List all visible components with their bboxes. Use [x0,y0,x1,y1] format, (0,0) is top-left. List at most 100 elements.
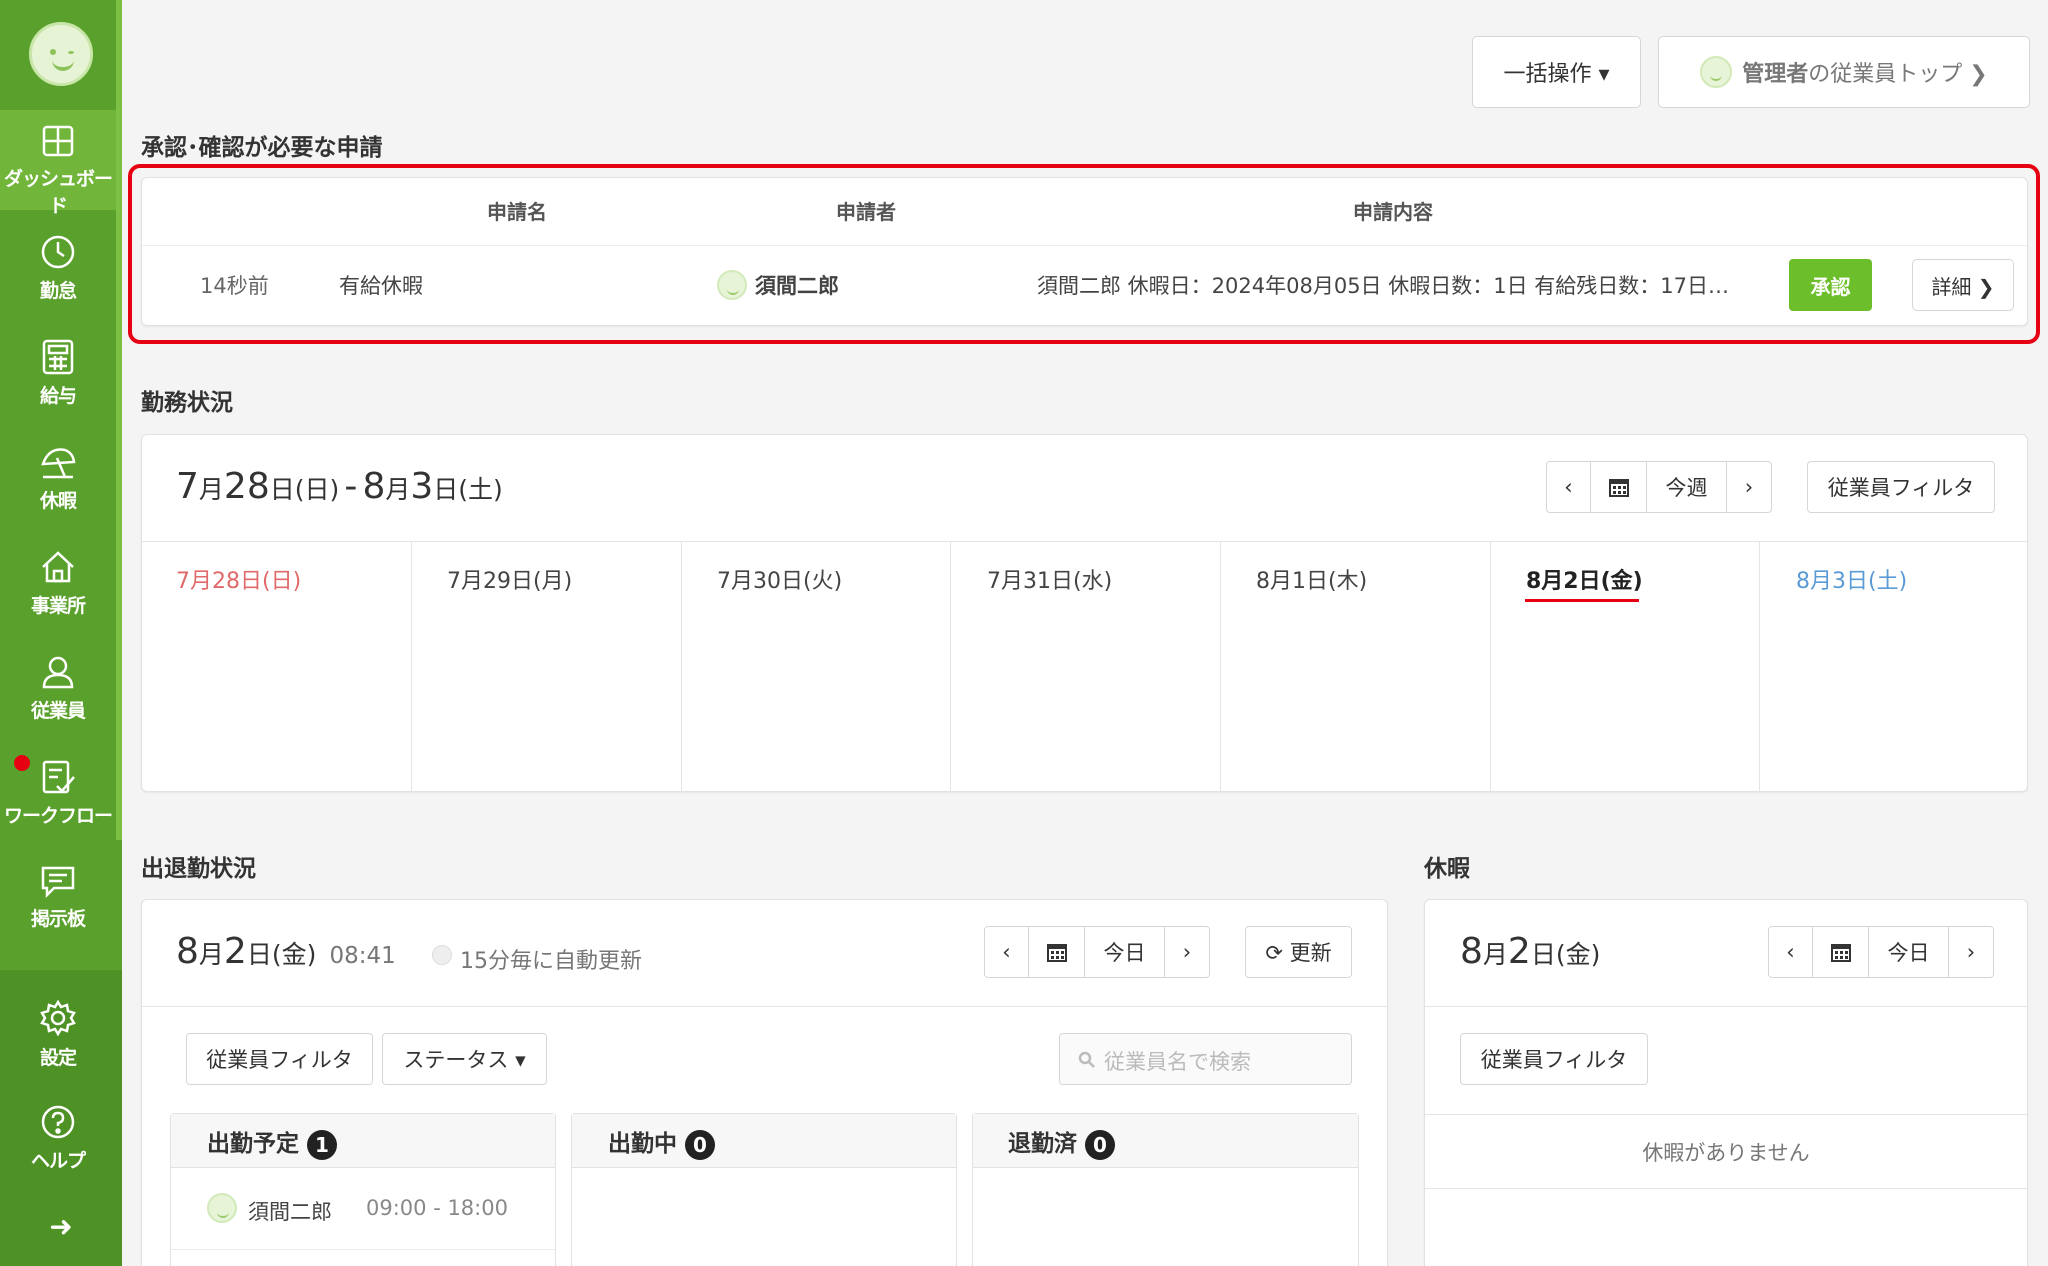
scheduled-employee-name[interactable]: 須間二郎 [248,1196,332,1226]
next-day-button[interactable]: › [1165,927,1209,977]
attendance-employee-filter[interactable]: 従業員フィルタ [186,1033,373,1085]
help-icon [41,1105,75,1139]
calendar-icon [1608,479,1629,497]
calendar-icon [1046,944,1067,962]
sidebar-item-label: ワークフロー [3,805,113,827]
calendar-button[interactable] [1813,927,1869,977]
vacation-title: 休暇 [1424,856,1470,882]
scheduled-employee-time: 09:00 - 18:00 [366,1196,508,1220]
day-label: 8月1日(木) [1256,569,1368,594]
day-label-today: 8月2日(金) [1526,569,1643,594]
status-dropdown[interactable]: ステータス ▾ [382,1033,547,1085]
day-label: 7月29日(月) [447,569,573,594]
sidebar-item-vacation[interactable]: 休暇 [0,430,116,530]
day-label-sun: 7月28日(日) [176,569,302,594]
attendance-divider [142,1006,1387,1007]
auto-refresh-text: 15分毎に自動更新 [460,949,642,974]
sidebar-item-label: 給与 [39,385,77,407]
chat-icon [41,866,75,898]
logo-eye-left [50,49,56,55]
person-icon [42,656,74,689]
sidebar-item-attendance[interactable]: 勤怠 [0,220,116,320]
vacation-divider [1425,1006,2027,1007]
expand-sidebar-button[interactable]: ➜ [0,1210,122,1243]
sidebar-item-help[interactable]: ヘルプ [0,1090,116,1190]
umbrella-icon [41,448,76,479]
sidebar-item-office[interactable]: 事業所 [0,535,116,635]
search-icon [1078,1051,1095,1068]
logo-mouth [52,59,74,71]
refresh-button[interactable]: ⟳ 更新 [1245,926,1352,978]
sidebar-item-label: 休暇 [39,490,77,512]
week-range: 7月28日(日) - 8月3日(土) [176,466,503,507]
employee-search-field[interactable]: 従業員名で検索 [1059,1033,1352,1085]
prev-day-button[interactable]: ‹ [1769,927,1813,977]
vacation-date: 8月2日(金) [1460,931,1601,972]
sidebar: ダッシュボード 勤怠 給与 休暇 事業所 従業員 ワークフロー 掲示板 設定 ヘ… [0,0,122,1266]
day-label-sat: 8月3日(土) [1796,569,1908,594]
sidebar-item-label: 事業所 [30,595,86,617]
search-placeholder: 従業員名で検索 [1104,1050,1251,1074]
working-header: 出勤中 0 [608,1124,715,1160]
scheduled-header: 出勤予定 1 [207,1124,337,1160]
timer-icon [432,945,452,965]
logo-eye-right [68,51,74,54]
avatar [207,1193,237,1223]
next-day-button[interactable]: › [1949,927,1993,977]
no-vacation-message: 休暇がありません [1642,1141,1810,1165]
left-header: 退勤済 0 [1008,1124,1115,1160]
sidebar-item-label: 掲示板 [30,908,86,930]
sidebar-item-label: 設定 [39,1047,77,1069]
app-logo[interactable] [29,22,93,86]
admin-employee-top-button[interactable]: 管理者 の従業員トップ ❯ [1658,36,2030,108]
sidebar-item-board[interactable]: 掲示板 [0,850,116,950]
attendance-date: 8月2日(金) 08:41 [176,931,396,972]
calendar-button[interactable] [1591,462,1647,512]
vacation-employee-filter[interactable]: 従業員フィルタ [1460,1033,1648,1085]
vacation-divider-3 [1425,1188,2027,1189]
prev-week-button[interactable]: ‹ [1547,462,1591,512]
attendance-title: 出退勤状況 [141,856,256,882]
count-badge: 0 [685,1129,715,1160]
today-button[interactable]: 今日 [1869,927,1949,977]
prev-day-button[interactable]: ‹ [985,927,1029,977]
vacation-divider-2 [1425,1114,2027,1115]
today-underline [1525,599,1639,602]
vacation-day-nav: ‹ 今日 › [1768,926,1994,978]
calendar-button[interactable] [1029,927,1085,977]
highlight-box [128,164,2040,344]
count-badge: 0 [1085,1129,1115,1160]
sidebar-item-label: ヘルプ [30,1150,86,1172]
sidebar-item-label: 従業員 [30,700,86,722]
row-divider [171,1249,555,1250]
sidebar-item-settings[interactable]: 設定 [0,985,116,1085]
day-label: 7月31日(水) [987,569,1113,594]
admin-top-strong: 管理者 [1742,62,1809,87]
sidebar-item-label: ダッシュボード [3,168,113,217]
dashboard-icon [42,125,74,157]
sidebar-item-label: 勤怠 [39,280,77,302]
sidebar-scrollbar[interactable] [116,0,122,840]
day-label: 7月30日(火) [717,569,843,594]
sidebar-item-workflow[interactable]: ワークフロー [0,745,116,845]
avatar [1700,56,1733,88]
clock-icon [41,235,75,269]
this-week-button[interactable]: 今週 [1647,462,1727,512]
sidebar-item-dashboard[interactable]: ダッシュボード [0,110,116,217]
sidebar-item-payroll[interactable]: 給与 [0,325,116,425]
count-badge: 1 [307,1129,337,1160]
calculator-icon [42,339,74,375]
work-status-title: 勤務状況 [141,390,233,416]
gear-icon [40,999,76,1037]
today-button[interactable]: 今日 [1085,927,1165,977]
calendar-icon [1830,944,1851,962]
sidebar-item-employees[interactable]: 従業員 [0,640,116,740]
next-week-button[interactable]: › [1727,462,1771,512]
bulk-action-dropdown[interactable]: 一括操作 ▾ [1472,36,1641,108]
checklist-icon [42,760,75,794]
home-icon [42,551,74,583]
approval-section-title: 承認･確認が必要な申請 [141,135,383,161]
day-nav: ‹ 今日 › [984,926,1210,978]
admin-top-rest: の従業員トップ ❯ [1808,62,1988,87]
employee-filter-button[interactable]: 従業員フィルタ [1807,461,1995,513]
